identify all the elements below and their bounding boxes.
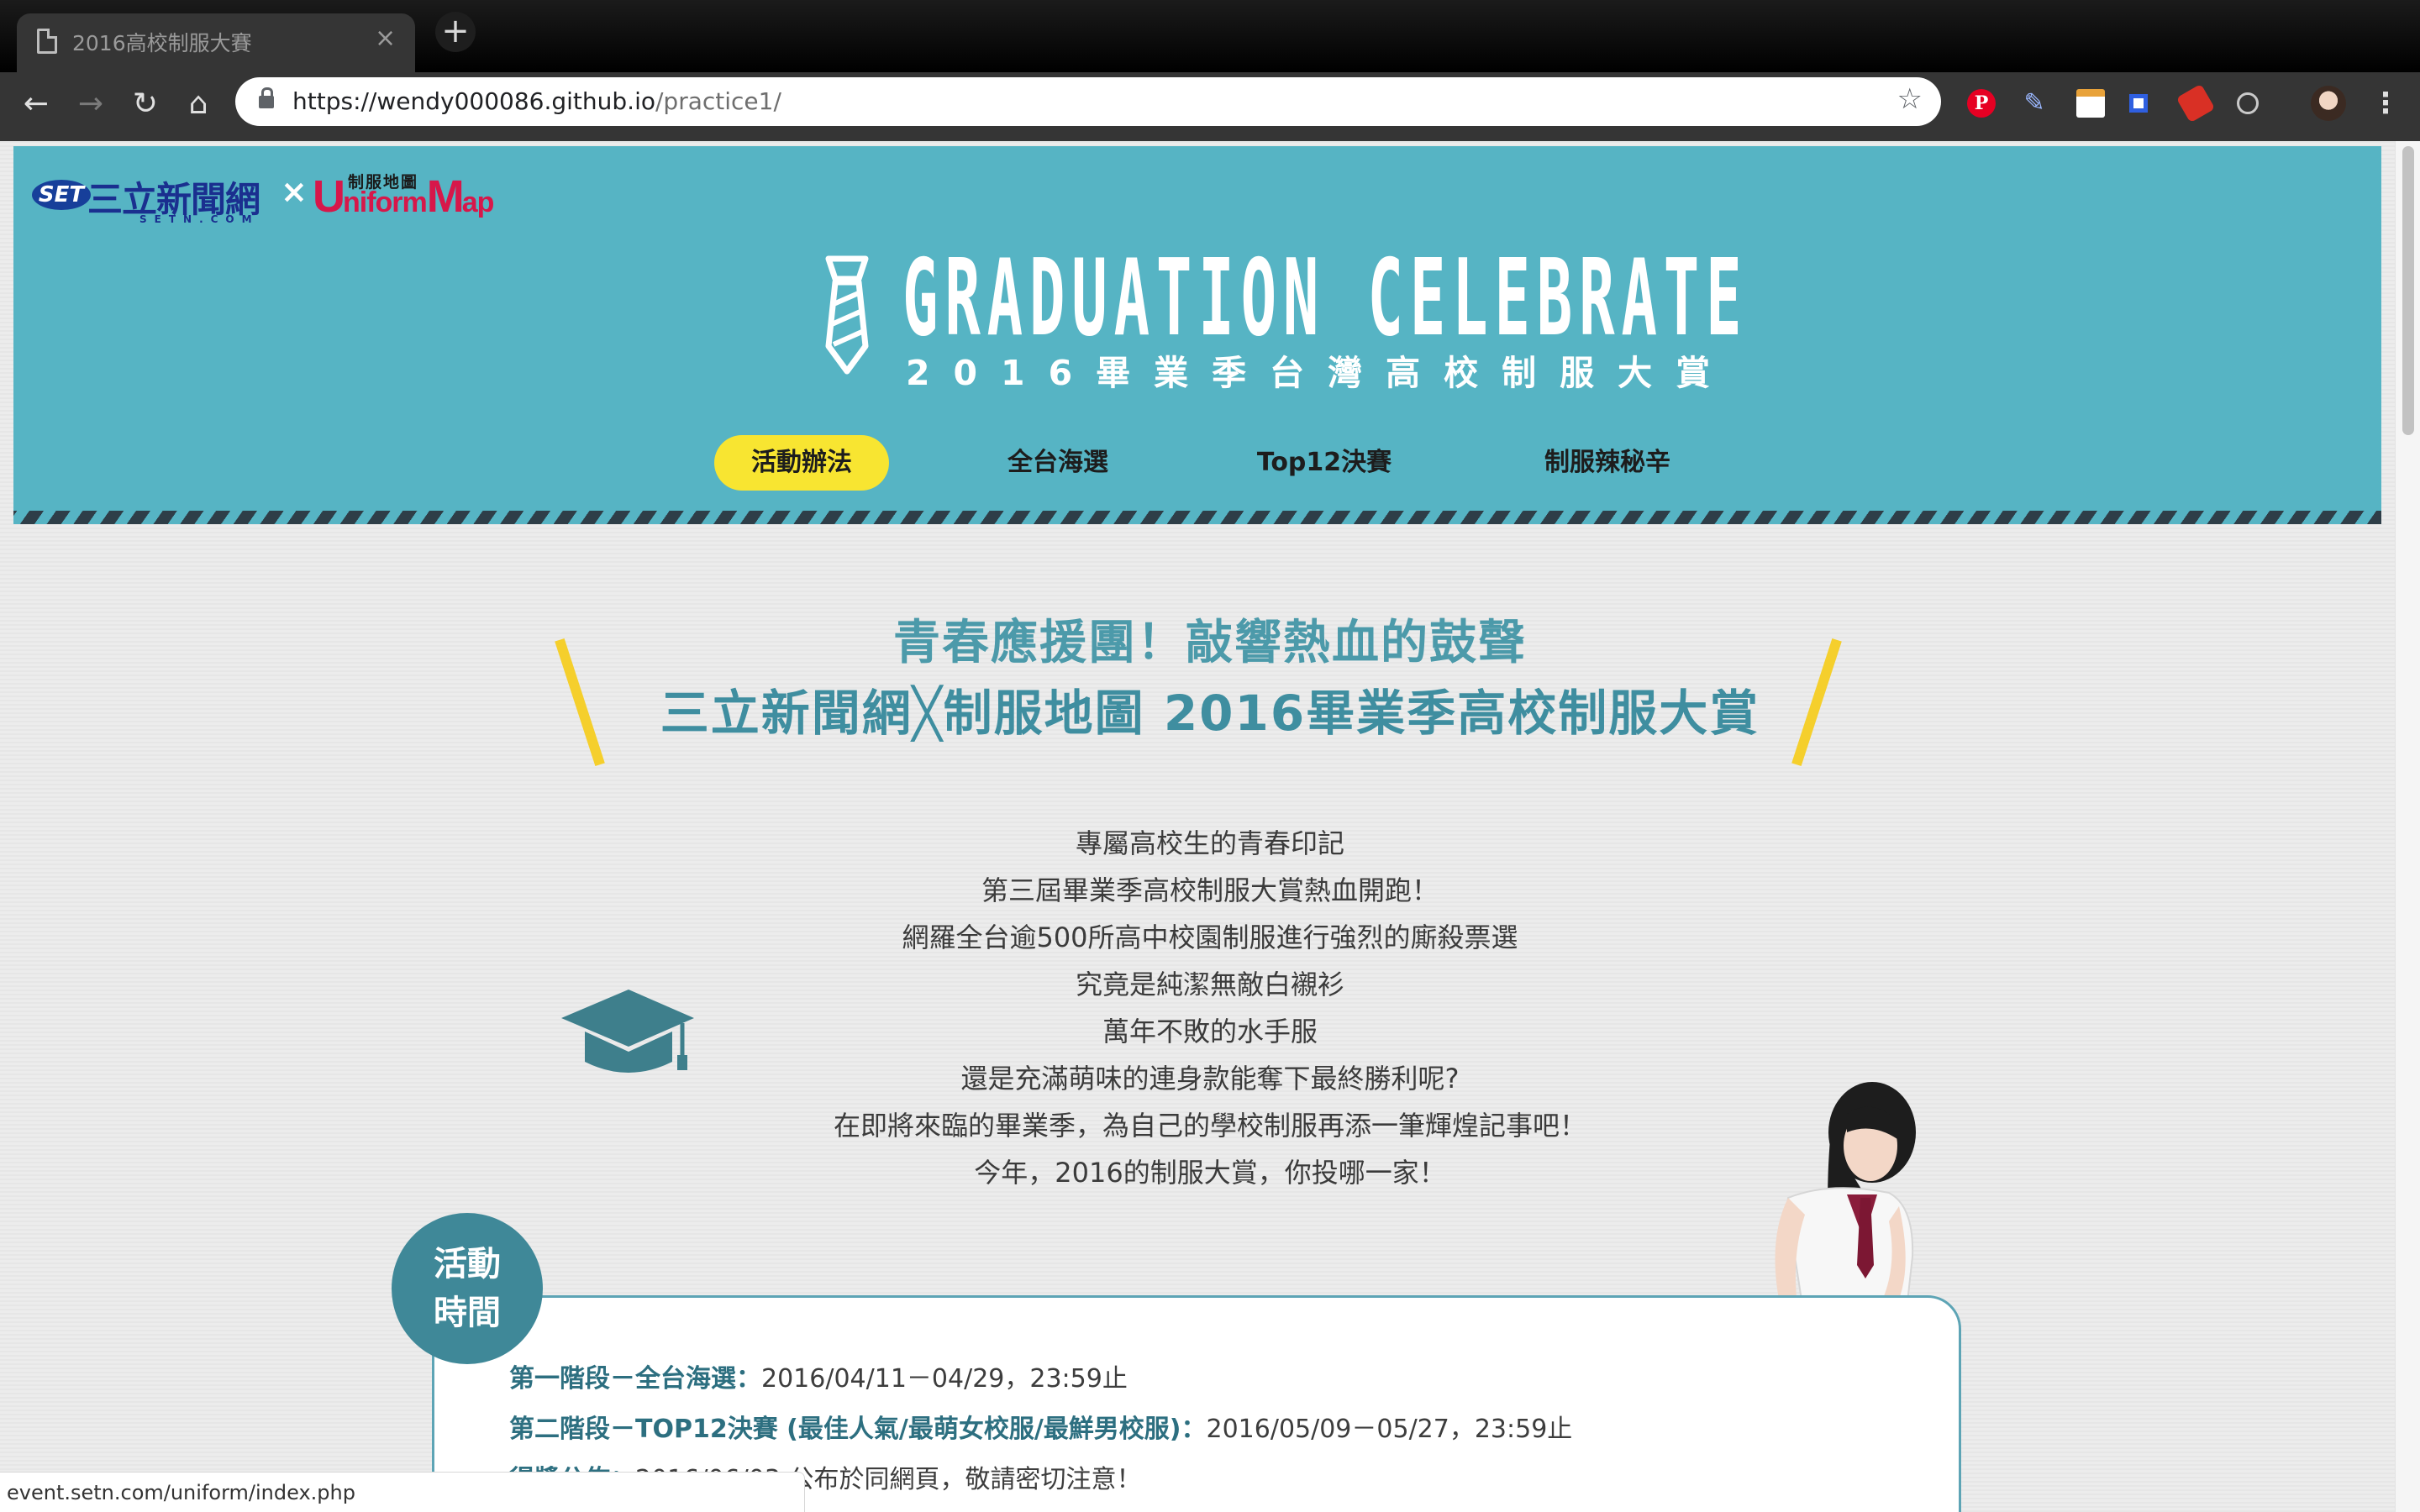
profile-avatar[interactable] — [2311, 86, 2346, 121]
uniformmap-logo-ap: ap — [461, 186, 495, 218]
forward-button[interactable]: → — [67, 81, 114, 128]
browser-tab[interactable]: 2016高校制服大賽 × — [17, 13, 415, 72]
intro-line: 萬年不敗的水手服 — [1102, 1016, 1318, 1047]
setn-logo-mark: SET — [32, 180, 91, 210]
logo-separator: × — [281, 173, 308, 210]
back-button[interactable]: ← — [13, 81, 60, 128]
intro-line: 究竟是純潔無敵白襯衫 — [1075, 969, 1344, 1000]
headline-line-1: 青春應援團！敲響熱血的鼓聲 — [893, 616, 1527, 670]
intro-line: 還是充滿萌味的連身款能奪下最終勝利呢? — [960, 1063, 1460, 1095]
page-viewport: SET 三立新聞網 SETN.COM × 制服地圖 UniformMap GRA… — [0, 141, 2420, 1512]
lock-icon[interactable] — [259, 87, 274, 108]
schedule-label: 第二階段－TOP12決賽 (最佳人氣/最萌女校服/最鮮男校服)： — [509, 1415, 1207, 1444]
uniformmap-logo-u: U — [313, 171, 345, 222]
calendar-icon[interactable] — [2076, 89, 2105, 118]
document-icon — [37, 29, 57, 54]
uniformmap-logo-main: UniformMap — [313, 171, 495, 228]
nav-item-secrets[interactable]: 制服辣秘辛 — [1519, 435, 1696, 491]
nav-item-top12[interactable]: Top12決賽 — [1240, 435, 1408, 491]
intro-line: 第三屆畢業季高校制服大賞熱血開跑！ — [981, 874, 1439, 906]
nav-item-preliminary[interactable]: 全台海選 — [980, 435, 1136, 491]
uniformmap-logo[interactable]: 制服地圖 UniformMap — [313, 170, 514, 225]
intro-text: 專屬高校生的青春印記 第三屆畢業季高校制服大賞熱血開跑！ 網羅全台逾500所高中… — [0, 820, 2420, 1196]
status-url-bar: event.setn.com/uniform/index.php — [0, 1472, 805, 1512]
nav-item-rules[interactable]: 活動辦法 — [714, 435, 889, 491]
intro-line: 今年，2016的制服大賞，你投哪一家！ — [974, 1157, 1446, 1189]
setn-logo-domain: SETN.COM — [139, 213, 260, 225]
headline-line-2: 三立新聞網╳制服地圖 2016畢業季高校制服大賞 — [660, 685, 1760, 742]
browser-toolbar: ← → ↻ ⌂ https://wendy000086.github.io/pr… — [0, 72, 2420, 141]
tab-title: 2016高校制服大賽 — [72, 31, 252, 55]
pen-icon[interactable]: ✎ — [2020, 89, 2049, 118]
schedule-badge-line: 活動 — [434, 1245, 501, 1284]
bookmark-star-icon[interactable]: ☆ — [1897, 82, 1923, 116]
schedule-value: 2016/05/09－05/27，23:59止 — [1206, 1415, 1573, 1444]
reload-button[interactable]: ↻ — [122, 81, 169, 128]
pinterest-icon[interactable]: P — [1967, 89, 1996, 118]
schedule-label: 第一階段－全台海選： — [509, 1364, 761, 1394]
schedule-value: 2016/04/11－04/29，23:59止 — [761, 1364, 1128, 1394]
tab-close-icon[interactable]: × — [375, 24, 396, 53]
circle-icon[interactable] — [2237, 92, 2259, 114]
tab-strip: 2016高校制服大賽 × + — [0, 0, 2420, 72]
scrollbar-thumb[interactable] — [2402, 146, 2414, 435]
menu-icon[interactable]: ⋮ — [2371, 82, 2400, 124]
necktie-icon — [825, 255, 869, 375]
graduation-cap-icon — [561, 990, 694, 1073]
url-host: https://wendy000086.github.io — [292, 87, 655, 115]
schedule-badge: 活動 時間 — [392, 1213, 543, 1364]
home-button[interactable]: ⌂ — [175, 81, 222, 128]
uniformmap-logo-m: M — [426, 171, 465, 222]
schedule-row: 第二階段－TOP12決賽 (最佳人氣/最萌女校服/最鮮男校服)：2016/05/… — [509, 1404, 1572, 1455]
square-icon[interactable] — [2129, 94, 2148, 113]
hero-title: GRADUATION CELEBRATE — [902, 236, 1749, 360]
address-bar[interactable]: https://wendy000086.github.io/practice1/… — [235, 77, 1941, 126]
schedule-row: 第一階段－全台海選：2016/04/11－04/29，23:59止 — [509, 1354, 1572, 1404]
intro-line: 專屬高校生的青春印記 — [1075, 827, 1344, 859]
scrollbar[interactable] — [2395, 141, 2420, 1512]
intro-line: 在即將來臨的畢業季，為自己的學校制服再添一筆輝煌記事吧！ — [833, 1110, 1586, 1142]
header-stripe — [13, 511, 2381, 524]
red-extension-icon[interactable] — [2175, 83, 2216, 123]
hero-subtitle: 2016畢業季台灣高校制服大賞 — [906, 353, 1734, 393]
site-header: SET 三立新聞網 SETN.COM × 制服地圖 UniformMap GRA… — [13, 146, 2381, 524]
uniformmap-logo-iform: niform — [343, 186, 428, 218]
url-text[interactable]: https://wendy000086.github.io/practice1/ — [292, 87, 781, 115]
intro-line: 網羅全台逾500所高中校園制服進行強烈的廝殺票選 — [902, 921, 1518, 953]
url-path: /practice1/ — [655, 87, 781, 115]
schedule-badge-line: 時間 — [434, 1294, 501, 1332]
new-tab-button[interactable]: + — [435, 12, 476, 52]
